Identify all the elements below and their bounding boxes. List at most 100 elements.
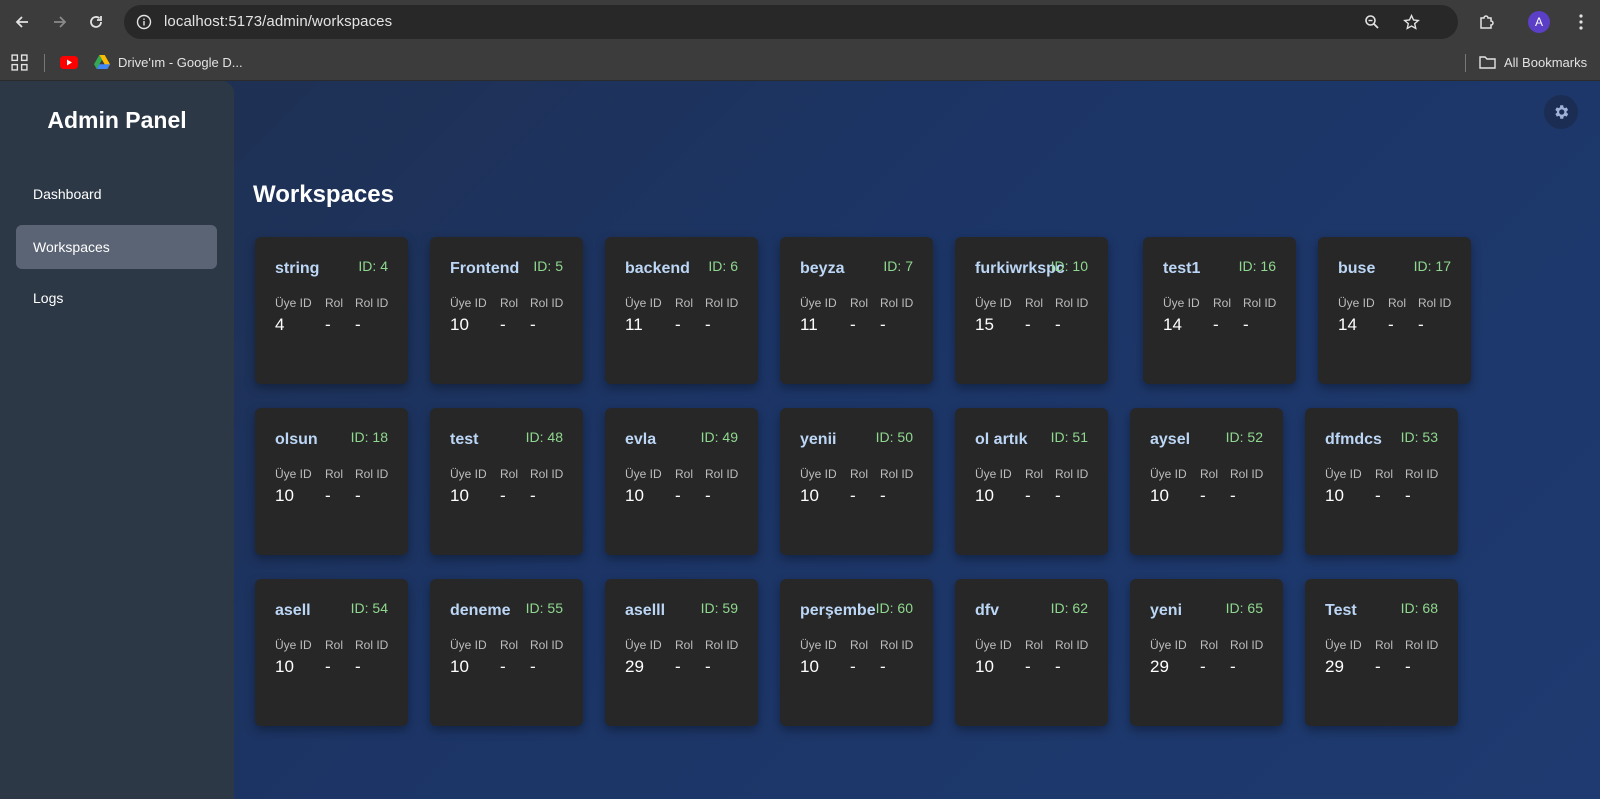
workspace-card[interactable]: backend ID: 6 Üye ID Rol Rol ID 11 - - [605, 237, 758, 384]
role-value: - [675, 486, 681, 505]
role-id-value: - [705, 657, 711, 676]
member-id-value: 10 [450, 486, 469, 505]
workspace-card[interactable]: Test ID: 68 Üye ID Rol Rol ID 29 - - [1305, 579, 1458, 726]
role-label: Rol [675, 467, 694, 481]
page-title: Workspaces [253, 181, 394, 208]
workspace-name: yenii [800, 431, 837, 448]
member-id-value: 14 [1338, 315, 1357, 334]
role-id-label: Rol ID [530, 296, 564, 310]
url-text[interactable]: localhost:5173/admin/workspaces [164, 13, 392, 30]
role-value: - [1200, 657, 1206, 676]
youtube-bookmark[interactable] [60, 50, 78, 74]
workspace-card[interactable]: furkiwrkspc ID: 10 Üye ID Rol Rol ID 15- - [955, 237, 1108, 384]
role-value: - [850, 486, 856, 505]
workspace-card[interactable]: olsun ID: 18 Üye ID Rol Rol ID 10 - - [255, 408, 408, 555]
zoom-icon[interactable] [1362, 12, 1382, 32]
role-value: - [850, 657, 856, 676]
role-label: Rol [1213, 296, 1232, 310]
workspace-name: aysel [1150, 431, 1191, 448]
workspace-id: ID: 53 [1400, 429, 1438, 445]
member-id-label: Üye ID [1325, 638, 1362, 652]
workspace-id: ID: 54 [350, 600, 388, 616]
workspace-card[interactable]: yeni ID: 65 Üye ID Rol Rol ID 29 - - [1130, 579, 1283, 726]
role-label: Rol [325, 638, 344, 652]
workspace-name: olsun [275, 431, 318, 448]
workspace-card[interactable]: yenii ID: 50 Üye ID Rol Rol ID 10 - - [780, 408, 933, 555]
member-id-label: Üye ID [625, 467, 662, 481]
workspace-id: ID: 10 [1050, 258, 1088, 274]
back-button[interactable] [9, 9, 35, 35]
sidebar-item-logs[interactable]: Logs [16, 276, 217, 320]
browser-menu-icon[interactable] [1568, 9, 1594, 35]
bookmarks-divider-right [1465, 54, 1466, 72]
role-value: - [1025, 486, 1031, 505]
workspace-card[interactable]: asell ID: 54 Üye ID Rol Rol ID 10 - - [255, 579, 408, 726]
google-drive-bookmark[interactable]: Drive'ım - Google D... [94, 50, 243, 74]
all-bookmarks-button[interactable]: All Bookmarks [1479, 50, 1587, 74]
workspace-card[interactable]: ol artık ID: 51 Üye ID Rol Rol ID 10 - - [955, 408, 1108, 555]
role-id-value: - [880, 657, 886, 676]
role-label: Rol [850, 638, 869, 652]
role-id-value: - [1055, 315, 1061, 334]
workspace-name: asell [275, 602, 311, 619]
workspace-id: ID: 48 [525, 429, 563, 445]
workspace-id: ID: 51 [1050, 429, 1088, 445]
workspace-card[interactable]: evla ID: 49 Üye ID Rol Rol ID 10 - - [605, 408, 758, 555]
workspace-card[interactable]: deneme ID: 55 Üye ID Rol Rol ID 10 - - [430, 579, 583, 726]
site-info-icon[interactable] [134, 12, 154, 32]
sidebar-item-workspaces[interactable]: Workspaces [16, 225, 217, 269]
role-label: Rol [1375, 638, 1394, 652]
workspace-card[interactable]: perşembe ID: 60 Üye ID Rol Rol ID 10 - - [780, 579, 933, 726]
extensions-icon[interactable] [1474, 9, 1500, 35]
sidebar: Admin Panel Dashboard Workspaces Logs [0, 81, 234, 799]
role-value: - [1388, 315, 1394, 334]
role-id-value: - [1418, 315, 1424, 334]
role-id-label: Rol ID [1405, 638, 1439, 652]
reload-button[interactable] [83, 9, 109, 35]
workspace-card[interactable]: beyza ID: 7 Üye ID Rol Rol ID 11 - - [780, 237, 933, 384]
address-bar[interactable]: localhost:5173/admin/workspaces [124, 5, 1458, 39]
workspace-id: ID: 68 [1400, 600, 1438, 616]
workspace-name: beyza [800, 260, 845, 277]
workspace-card[interactable]: aysel ID: 52 Üye ID Rol Rol ID 10 - - [1130, 408, 1283, 555]
workspace-card[interactable]: test ID: 48 Üye ID Rol Rol ID 10 - - [430, 408, 583, 555]
workspace-card[interactable]: Frontend ID: 5 Üye ID Rol Rol ID 10 - - [430, 237, 583, 384]
workspace-card[interactable]: dfmdcs ID: 53 Üye ID Rol Rol ID 10 - - [1305, 408, 1458, 555]
workspace-card[interactable]: dfv ID: 62 Üye ID Rol Rol ID 10 - - [955, 579, 1108, 726]
role-value: - [500, 315, 506, 334]
member-id-value: 10 [1325, 486, 1344, 505]
sidebar-item-dashboard[interactable]: Dashboard [16, 172, 217, 216]
folder-icon [1479, 56, 1496, 69]
role-label: Rol [500, 296, 519, 310]
workspace-card[interactable]: aselll ID: 59 Üye ID Rol Rol ID 29 - - [605, 579, 758, 726]
admin-page: Admin Panel Dashboard Workspaces Logs Wo… [0, 81, 1600, 799]
role-id-value: - [1230, 486, 1236, 505]
workspace-id: ID: 62 [1050, 600, 1088, 616]
profile-avatar[interactable]: A [1528, 11, 1550, 33]
role-id-value: - [1243, 315, 1249, 334]
settings-button[interactable] [1544, 95, 1578, 129]
member-id-value: 10 [1150, 486, 1169, 505]
bookmarks-divider [44, 54, 45, 72]
member-id-label: Üye ID [450, 296, 487, 310]
workspace-id: ID: 59 [700, 600, 738, 616]
role-label: Rol [500, 638, 519, 652]
forward-button[interactable] [47, 9, 73, 35]
workspace-card[interactable]: test1 ID: 16 Üye ID Rol Rol ID 14 - - [1143, 237, 1296, 384]
workspace-name: ol artık [975, 431, 1028, 448]
bookmark-star-icon[interactable] [1401, 12, 1421, 32]
member-id-value: 29 [625, 657, 644, 676]
apps-grid-icon[interactable] [11, 50, 28, 74]
role-id-label: Rol ID [880, 467, 914, 481]
forward-arrow-icon [54, 16, 67, 28]
role-id-label: Rol ID [1405, 467, 1439, 481]
role-label: Rol [1200, 638, 1219, 652]
workspace-card[interactable]: buse ID: 17 Üye ID Rol Rol ID 14 - - [1318, 237, 1471, 384]
role-value: - [675, 315, 681, 334]
back-arrow-icon [15, 16, 28, 28]
all-bookmarks-label: All Bookmarks [1504, 54, 1588, 70]
workspace-card[interactable]: string ID: 4 Üye ID Rol Rol ID 4 - - [255, 237, 408, 384]
role-id-value: - [880, 486, 886, 505]
role-id-label: Rol ID [1418, 296, 1452, 310]
workspace-name: perşembe [800, 602, 876, 619]
